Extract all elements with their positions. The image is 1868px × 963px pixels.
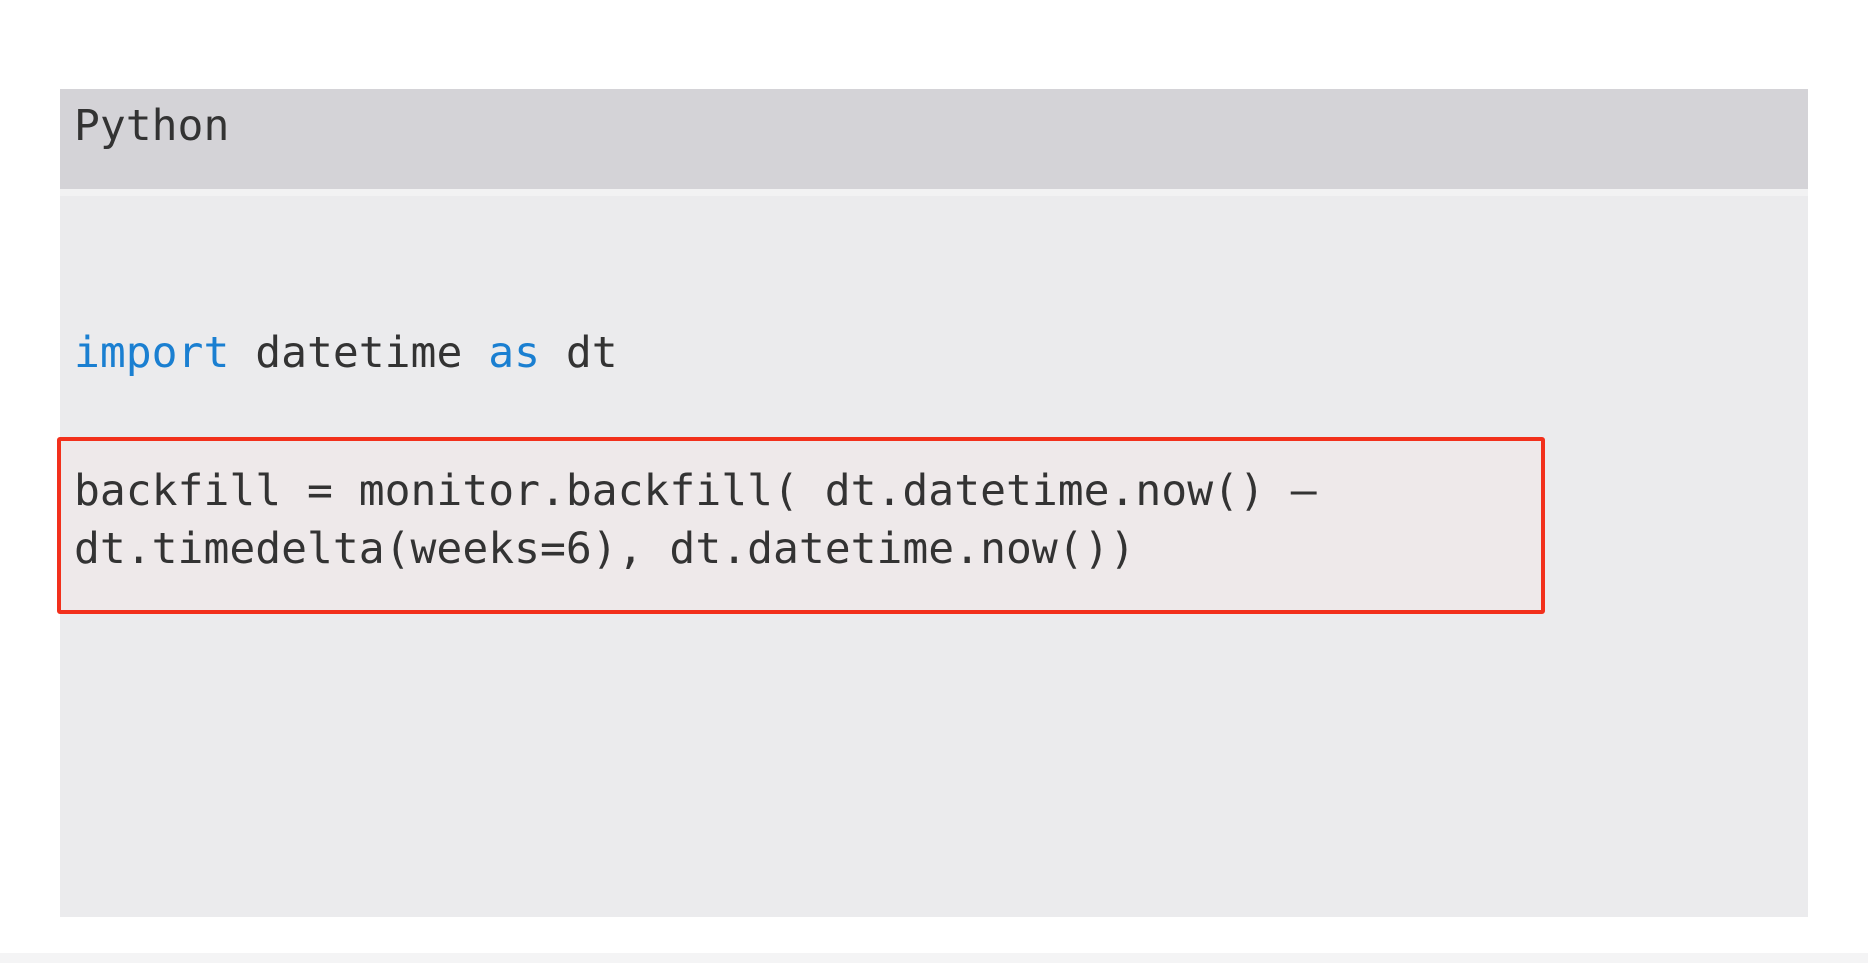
- import-line: import datetime as dt: [74, 324, 618, 382]
- keyword-import: import: [74, 328, 230, 378]
- bottom-strip: [0, 953, 1868, 963]
- language-label: Python: [74, 101, 230, 151]
- code-block-header: Python: [60, 89, 1808, 189]
- header-divider: [60, 189, 1808, 196]
- keyword-as: as: [488, 328, 541, 378]
- backfill-line-2: dt.timedelta(weeks=6), dt.datetime.now()…: [74, 524, 1136, 574]
- module-name: datetime: [229, 328, 489, 378]
- slide-page: Python import datetime as dt backfill = …: [0, 0, 1868, 963]
- code-block-body: import datetime as dt backfill = monitor…: [57, 196, 1808, 917]
- code-block: Python import datetime as dt backfill = …: [57, 89, 1808, 917]
- module-alias: dt: [540, 328, 618, 378]
- backfill-line-1: backfill = monitor.backfill( dt.datetime…: [74, 466, 1317, 516]
